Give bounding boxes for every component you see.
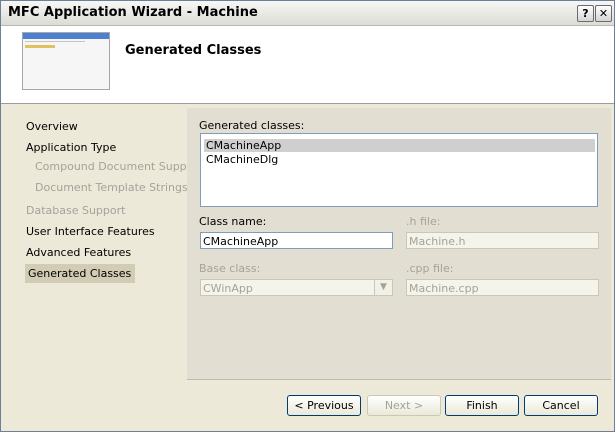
preview-titlebar	[23, 33, 109, 39]
next-button: Next >	[367, 395, 441, 416]
close-icon: ✕	[598, 7, 609, 20]
finish-button[interactable]: Finish	[445, 395, 519, 416]
page-title: Generated Classes	[125, 43, 262, 58]
nav-item-user-interface-features[interactable]: User Interface Features	[26, 225, 155, 238]
button-bar: < Previous Next > Finish Cancel	[187, 379, 611, 428]
cpp-file-input: Machine.cpp	[406, 279, 599, 296]
nav-item-compound-document-support: Compound Document Support	[35, 160, 203, 173]
nav-item-advanced-features[interactable]: Advanced Features	[26, 246, 131, 259]
content-panel: Generated classes: CMachineApp CMachineD…	[187, 108, 611, 379]
chevron-down-icon: ▼	[374, 280, 392, 295]
help-icon: ?	[582, 7, 589, 20]
h-file-label: .h file:	[406, 215, 441, 228]
title-bar[interactable]: MFC Application Wizard - Machine ? ✕	[1, 1, 614, 26]
list-item-cmachineapp[interactable]: CMachineApp	[204, 139, 595, 152]
cpp-file-label: .cpp file:	[406, 262, 454, 275]
window-title: MFC Application Wizard - Machine	[8, 5, 258, 20]
h-file-input: Machine.h	[406, 232, 599, 249]
base-class-value: CWinApp	[203, 282, 253, 295]
class-name-label: Class name:	[199, 215, 267, 228]
wizard-window: MFC Application Wizard - Machine ? ✕ Gen…	[0, 0, 615, 432]
list-item-cmachinedlg[interactable]: CMachineDlg	[204, 153, 280, 166]
base-class-select: CWinApp ▼	[200, 279, 393, 296]
generated-classes-list[interactable]: CMachineApp CMachineDlg	[200, 133, 598, 207]
nav-item-application-type[interactable]: Application Type	[26, 141, 116, 154]
previous-button[interactable]: < Previous	[287, 395, 361, 416]
nav-item-overview[interactable]: Overview	[26, 120, 78, 133]
help-button[interactable]: ?	[577, 5, 594, 22]
preview-toolbar-line	[25, 45, 55, 48]
generated-classes-label: Generated classes:	[199, 119, 305, 132]
nav-item-generated-classes[interactable]: Generated Classes	[25, 264, 136, 283]
class-name-input[interactable]: CMachineApp	[200, 232, 393, 249]
wizard-nav: Overview Application Type Compound Docum…	[6, 108, 202, 426]
preview-menu-line	[25, 41, 85, 42]
close-button[interactable]: ✕	[595, 5, 612, 22]
dialog-preview-image	[22, 32, 110, 90]
base-class-label: Base class:	[199, 262, 261, 275]
nav-item-document-template-strings: Document Template Strings	[35, 181, 188, 194]
cancel-button[interactable]: Cancel	[524, 395, 598, 416]
wizard-banner: Generated Classes	[1, 26, 614, 104]
nav-item-database-support: Database Support	[26, 204, 126, 217]
